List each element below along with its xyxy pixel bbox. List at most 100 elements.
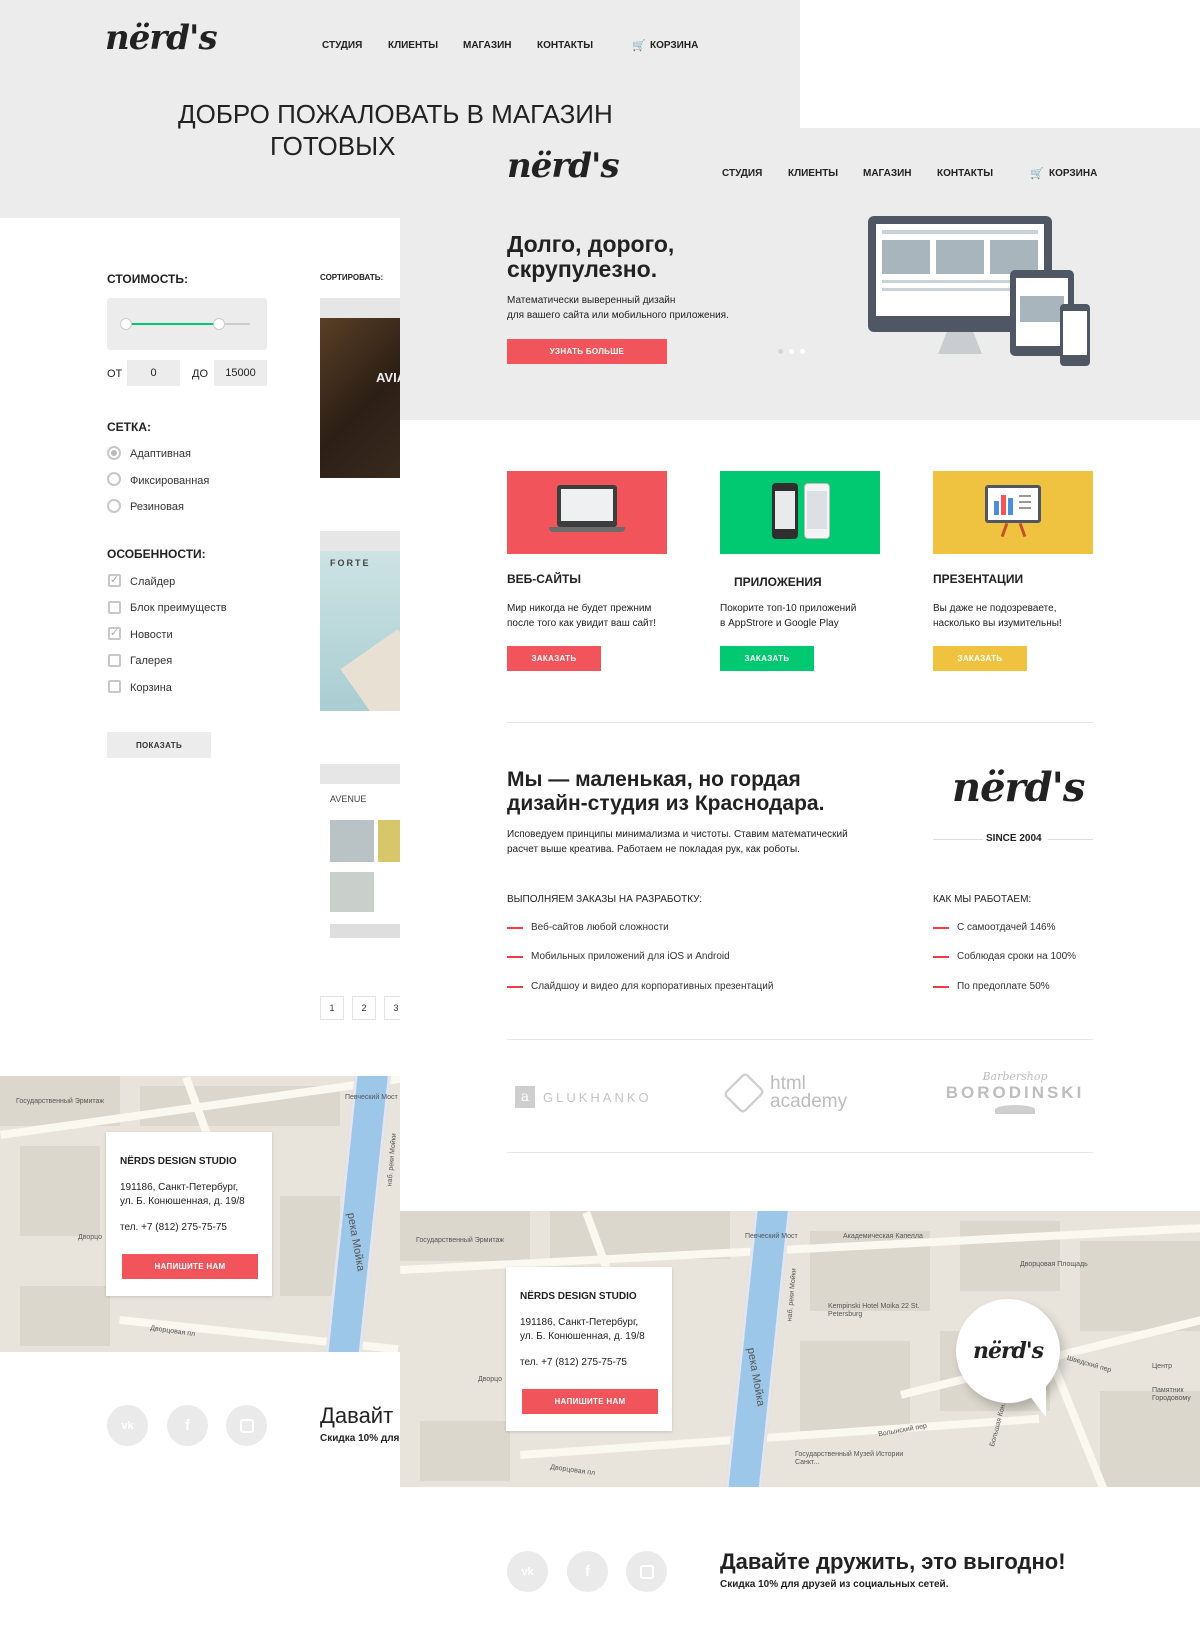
map-label: наб. реки Мойки <box>386 1133 398 1187</box>
checkbox-label: Блок преимуществ <box>130 602 227 614</box>
product-card[interactable]: AVIA <box>320 298 400 478</box>
list-bullet <box>507 927 523 929</box>
how-title: КАК МЫ РАБОТАЕМ: <box>933 894 1032 905</box>
back-social-title: Давайт <box>320 1403 394 1428</box>
hero-text: Математически выверенный дизайн для ваше… <box>507 293 729 323</box>
marker-pointer <box>1018 1381 1046 1417</box>
front-nav-contacts[interactable]: КОНТАКТЫ <box>937 168 993 179</box>
map-label: Академическая Капелла <box>843 1233 923 1240</box>
back-map[interactable]: Государственный Эрмитаж Певческий Мост н… <box>0 1076 400 1352</box>
partner-name: html academy <box>770 1073 848 1112</box>
back-nav-studio[interactable]: СТУДИЯ <box>322 40 362 51</box>
checkbox-benefits[interactable] <box>108 601 121 614</box>
about-text: Исповедуем принципы минимализма и чистот… <box>507 829 848 855</box>
service-card-websites[interactable] <box>507 471 667 554</box>
back-nav-shop[interactable]: МАГАЗИН <box>463 40 512 51</box>
service-text: Покорите топ-10 приложений в AppStrore и … <box>720 603 857 629</box>
slider-handle-min[interactable] <box>120 318 132 330</box>
service-card-apps[interactable] <box>720 471 880 554</box>
service-card-presentations[interactable] <box>933 471 1093 554</box>
service-text: Мир никогда не будет прежним после того к… <box>507 603 657 629</box>
map-label: Kempinski Hotel Moika 22 St. Petersburg <box>828 1303 920 1318</box>
laptop-icon <box>549 485 625 533</box>
hero-title-line: Долго, дорого, <box>507 231 675 257</box>
back-logo[interactable]: nërd's <box>105 18 218 58</box>
pagination-1[interactable]: 1 <box>320 996 344 1020</box>
product-card[interactable]: FORTE <box>320 531 400 711</box>
instagram-icon[interactable] <box>626 1551 667 1592</box>
partner-html-academy[interactable]: html academy <box>722 1071 848 1115</box>
slider-handle-max[interactable] <box>213 318 225 330</box>
front-nav-shop[interactable]: МАГАЗИН <box>863 168 912 179</box>
hero-text-line: Математически выверенный дизайн <box>507 295 676 306</box>
from-input[interactable]: 0 <box>127 360 180 386</box>
to-input[interactable]: 15000 <box>214 360 267 386</box>
checkbox-label: Корзина <box>130 682 172 694</box>
order-button[interactable]: ЗАКАЗАТЬ <box>507 646 601 671</box>
facebook-icon[interactable]: f <box>167 1405 208 1446</box>
order-button[interactable]: ЗАКАЗАТЬ <box>933 646 1027 671</box>
checkbox-cart[interactable] <box>108 680 121 693</box>
back-nav-contacts[interactable]: КОНТАКТЫ <box>537 40 593 51</box>
checkbox-slider[interactable]: ✓ <box>108 574 121 587</box>
list-item: Мобильных приложений для iOS и Android <box>531 951 730 962</box>
cart-icon[interactable]: 🛒 <box>632 39 646 52</box>
checkbox-label: Слайдер <box>130 576 176 588</box>
card-address: 191186, Санкт-Петербург, <box>520 1317 639 1328</box>
partner-glukhanko[interactable]: a GLUKHANKO <box>515 1086 652 1108</box>
slider-dot[interactable] <box>789 349 794 354</box>
back-hero-title-2: ГОТОВЫХ <box>270 131 396 161</box>
back-nav-cart[interactable]: КОРЗИНА <box>650 40 698 51</box>
front-logo[interactable]: nërd's <box>507 146 620 186</box>
front-nav-studio[interactable]: СТУДИЯ <box>722 168 762 179</box>
pagination-2[interactable]: 2 <box>352 996 376 1020</box>
map-label: Певческий Мост <box>345 1094 398 1101</box>
partner-borodinski[interactable]: Barbershop BORODINSKI <box>940 1070 1090 1114</box>
front-map[interactable]: Государственный Эрмитаж Певческий Мост А… <box>400 1211 1200 1487</box>
card-address: 191186, Санкт-Петербург, <box>120 1182 239 1193</box>
map-label: Государственный Музей Истории Санкт... <box>795 1451 904 1466</box>
front-nav-clients[interactable]: КЛИЕНТЫ <box>788 168 838 179</box>
back-nav-clients[interactable]: КЛИЕНТЫ <box>388 40 438 51</box>
card-phone: тел. +7 (812) 275-75-75 <box>120 1222 227 1233</box>
checkbox-news[interactable]: ✓ <box>108 627 121 640</box>
write-us-button[interactable]: НАПИШИТЕ НАМ <box>522 1389 658 1414</box>
product-card[interactable]: AVENUE <box>320 764 400 944</box>
hero-title: Долго, дорого, скрупулезно. <box>507 232 674 282</box>
slider-dot[interactable] <box>778 349 783 354</box>
list-bullet <box>507 986 523 988</box>
grid-label: СЕТКА: <box>107 420 151 434</box>
map-label: Шведский пер <box>1066 1354 1112 1375</box>
radio-adaptive[interactable] <box>107 446 121 460</box>
service-title: ВЕБ-САЙТЫ <box>507 572 582 586</box>
card-title: NËRDS DESIGN STUDIO <box>120 1156 237 1167</box>
order-button[interactable]: ЗАКАЗАТЬ <box>720 646 814 671</box>
radio-fluid[interactable] <box>107 499 121 513</box>
hero-text-line: для вашего сайта или мобильного приложен… <box>507 310 729 321</box>
html-academy-logo-icon <box>722 1071 766 1115</box>
vk-icon[interactable]: vk <box>507 1551 548 1592</box>
devices-illustration <box>868 216 1100 376</box>
map-label: Государственный Эрмитаж <box>416 1237 505 1244</box>
social-title: Давайте дружить, это выгодно! <box>720 1549 1066 1574</box>
facebook-icon[interactable]: f <box>567 1551 608 1592</box>
cart-icon[interactable]: 🛒 <box>1030 167 1044 180</box>
checkbox-gallery[interactable] <box>108 654 121 667</box>
instagram-icon[interactable] <box>226 1405 267 1446</box>
front-nav-cart[interactable]: КОРЗИНА <box>1049 168 1097 179</box>
learn-more-button[interactable]: УЗНАТЬ БОЛЬШЕ <box>507 339 667 364</box>
service-title: ПРИЛОЖЕНИЯ <box>734 575 822 589</box>
price-slider[interactable] <box>107 298 267 350</box>
service-title: ПРЕЗЕНТАЦИИ <box>933 572 1024 586</box>
radio-fixed[interactable] <box>107 472 121 486</box>
vk-icon[interactable]: vk <box>107 1405 148 1446</box>
show-button[interactable]: ПОКАЗАТЬ <box>107 732 211 758</box>
front-map-card: NËRDS DESIGN STUDIO 191186, Санкт-Петерб… <box>506 1267 672 1431</box>
list-bullet <box>507 956 523 958</box>
from-label: ОТ <box>107 368 123 380</box>
slider-dot[interactable] <box>800 349 805 354</box>
slider-range <box>125 323 219 325</box>
list-item: Соблюдая сроки на 100% <box>957 951 1077 962</box>
map-label: Дворцо <box>478 1376 502 1383</box>
write-us-button[interactable]: НАПИШИТЕ НАМ <box>122 1254 258 1279</box>
